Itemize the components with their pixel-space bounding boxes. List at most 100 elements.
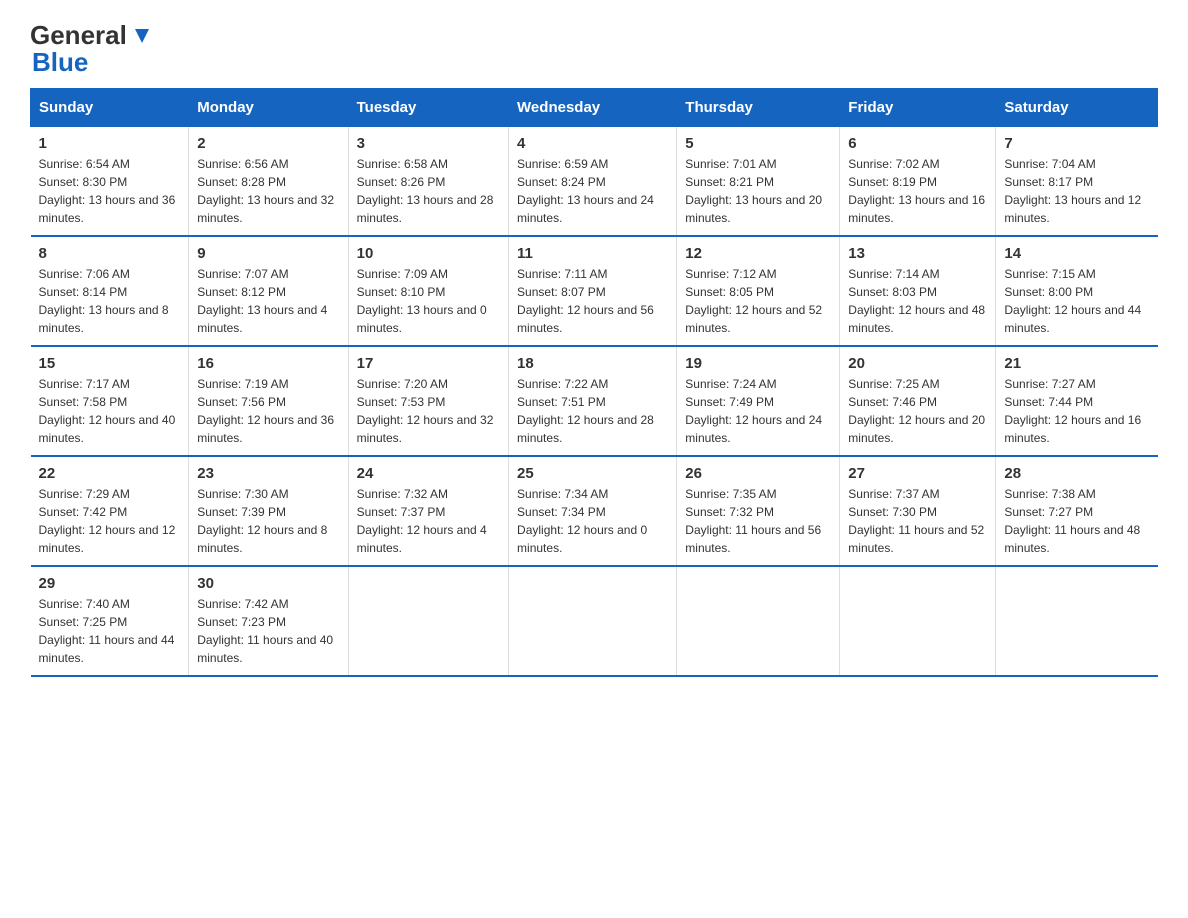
calendar-cell [677,566,840,676]
day-number: 27 [848,465,987,482]
day-number: 25 [517,465,668,482]
day-info: Sunrise: 7:30 AMSunset: 7:39 PMDaylight:… [197,485,339,557]
day-info: Sunrise: 7:29 AMSunset: 7:42 PMDaylight:… [39,485,181,557]
day-info: Sunrise: 7:14 AMSunset: 8:03 PMDaylight:… [848,265,987,337]
day-info: Sunrise: 7:34 AMSunset: 7:34 PMDaylight:… [517,485,668,557]
day-info: Sunrise: 7:11 AMSunset: 8:07 PMDaylight:… [517,265,668,337]
calendar-cell: 14Sunrise: 7:15 AMSunset: 8:00 PMDayligh… [996,236,1158,346]
day-info: Sunrise: 7:22 AMSunset: 7:51 PMDaylight:… [517,375,668,447]
day-number: 3 [357,135,500,152]
calendar-cell: 30Sunrise: 7:42 AMSunset: 7:23 PMDayligh… [189,566,348,676]
day-number: 28 [1004,465,1149,482]
day-info: Sunrise: 7:20 AMSunset: 7:53 PMDaylight:… [357,375,500,447]
day-number: 15 [39,355,181,372]
calendar-cell: 3Sunrise: 6:58 AMSunset: 8:26 PMDaylight… [348,127,508,237]
day-info: Sunrise: 7:02 AMSunset: 8:19 PMDaylight:… [848,155,987,227]
day-info: Sunrise: 7:06 AMSunset: 8:14 PMDaylight:… [39,265,181,337]
day-info: Sunrise: 7:17 AMSunset: 7:58 PMDaylight:… [39,375,181,447]
calendar-cell: 10 Sunrise: 7:09 AMSunset: 8:10 PMDayligh… [348,236,508,346]
day-info: Sunrise: 7:19 AMSunset: 7:56 PMDaylight:… [197,375,339,447]
calendar-cell: 1 Sunrise: 6:54 AMSunset: 8:30 PMDaylight… [31,127,189,237]
day-number: 11 [517,245,668,262]
day-info: Sunrise: 6:54 AMSunset: 8:30 PMDaylight:… [39,155,181,227]
calendar-cell: 5 Sunrise: 7:01 AMSunset: 8:21 PMDaylight… [677,127,840,237]
calendar-cell: 26 Sunrise: 7:35 AMSunset: 7:32 PMDayligh… [677,456,840,566]
day-number: 24 [357,465,500,482]
calendar-cell: 16 Sunrise: 7:19 AMSunset: 7:56 PMDayligh… [189,346,348,456]
day-info: Sunrise: 7:27 AMSunset: 7:44 PMDaylight:… [1004,375,1149,447]
day-info: Sunrise: 7:37 AMSunset: 7:30 PMDaylight:… [848,485,987,557]
day-info: Sunrise: 7:01 AMSunset: 8:21 PMDaylight:… [685,155,831,227]
calendar-week-row: 15 Sunrise: 7:17 AMSunset: 7:58 PMDayligh… [31,346,1158,456]
calendar-week-row: 22 Sunrise: 7:29 AMSunset: 7:42 PMDayligh… [31,456,1158,566]
day-number: 19 [685,355,831,372]
calendar-cell: 17 Sunrise: 7:20 AMSunset: 7:53 PMDayligh… [348,346,508,456]
day-info: Sunrise: 7:12 AMSunset: 8:05 PMDaylight:… [685,265,831,337]
column-header-wednesday: Wednesday [509,89,677,127]
calendar-cell: 11 Sunrise: 7:11 AMSunset: 8:07 PMDayligh… [509,236,677,346]
day-number: 22 [39,465,181,482]
day-number: 16 [197,355,339,372]
day-info: Sunrise: 7:04 AMSunset: 8:17 PMDaylight:… [1004,155,1149,227]
calendar-cell: 8 Sunrise: 7:06 AMSunset: 8:14 PMDaylight… [31,236,189,346]
calendar-cell: 6 Sunrise: 7:02 AMSunset: 8:19 PMDaylight… [840,127,996,237]
calendar-cell: 23 Sunrise: 7:30 AMSunset: 7:39 PMDayligh… [189,456,348,566]
calendar-cell: 19 Sunrise: 7:24 AMSunset: 7:49 PMDayligh… [677,346,840,456]
day-number: 1 [39,135,181,152]
calendar-cell: 15 Sunrise: 7:17 AMSunset: 7:58 PMDayligh… [31,346,189,456]
logo-blue-text: Blue [30,47,88,78]
calendar-cell [348,566,508,676]
day-info: Sunrise: 7:42 AMSunset: 7:23 PMDaylight:… [197,595,339,667]
day-info: Sunrise: 7:40 AMSunset: 7:25 PMDaylight:… [39,595,181,667]
calendar-cell: 28 Sunrise: 7:38 AMSunset: 7:27 PMDayligh… [996,456,1158,566]
day-number: 29 [39,575,181,592]
calendar-cell: 20 Sunrise: 7:25 AMSunset: 7:46 PMDayligh… [840,346,996,456]
calendar-week-row: 29 Sunrise: 7:40 AMSunset: 7:25 PMDayligh… [31,566,1158,676]
calendar-header-row: SundayMondayTuesdayWednesdayThursdayFrid… [31,89,1158,127]
calendar-cell: 18 Sunrise: 7:22 AMSunset: 7:51 PMDayligh… [509,346,677,456]
column-header-sunday: Sunday [31,89,189,127]
logo: General Blue [30,20,153,78]
day-number: 26 [685,465,831,482]
day-number: 23 [197,465,339,482]
day-number: 8 [39,245,181,262]
day-number: 13 [848,245,987,262]
day-info: Sunrise: 7:35 AMSunset: 7:32 PMDaylight:… [685,485,831,557]
day-number: 20 [848,355,987,372]
page-header: General Blue [30,20,1158,78]
column-header-friday: Friday [840,89,996,127]
calendar-cell [996,566,1158,676]
calendar-cell: 2Sunrise: 6:56 AMSunset: 8:28 PMDaylight… [189,127,348,237]
calendar-cell [509,566,677,676]
day-info: Sunrise: 7:24 AMSunset: 7:49 PMDaylight:… [685,375,831,447]
calendar-cell: 22 Sunrise: 7:29 AMSunset: 7:42 PMDayligh… [31,456,189,566]
day-number: 9 [197,245,339,262]
day-number: 5 [685,135,831,152]
day-info: Sunrise: 6:56 AMSunset: 8:28 PMDaylight:… [197,155,339,227]
calendar-cell: 12 Sunrise: 7:12 AMSunset: 8:05 PMDayligh… [677,236,840,346]
calendar-cell: 24 Sunrise: 7:32 AMSunset: 7:37 PMDayligh… [348,456,508,566]
calendar-cell: 9 Sunrise: 7:07 AMSunset: 8:12 PMDaylight… [189,236,348,346]
day-info: Sunrise: 7:38 AMSunset: 7:27 PMDaylight:… [1004,485,1149,557]
day-number: 6 [848,135,987,152]
calendar-cell: 29 Sunrise: 7:40 AMSunset: 7:25 PMDayligh… [31,566,189,676]
calendar-cell: 21 Sunrise: 7:27 AMSunset: 7:44 PMDayligh… [996,346,1158,456]
day-number: 10 [357,245,500,262]
day-number: 12 [685,245,831,262]
day-info: Sunrise: 6:59 AMSunset: 8:24 PMDaylight:… [517,155,668,227]
day-info: Sunrise: 7:15 AMSunset: 8:00 PMDaylight:… [1004,265,1149,337]
day-number: 18 [517,355,668,372]
day-info: Sunrise: 7:07 AMSunset: 8:12 PMDaylight:… [197,265,339,337]
column-header-saturday: Saturday [996,89,1158,127]
column-header-tuesday: Tuesday [348,89,508,127]
day-info: Sunrise: 7:25 AMSunset: 7:46 PMDaylight:… [848,375,987,447]
day-info: Sunrise: 7:09 AMSunset: 8:10 PMDaylight:… [357,265,500,337]
calendar-cell: 27 Sunrise: 7:37 AMSunset: 7:30 PMDayligh… [840,456,996,566]
day-number: 4 [517,135,668,152]
day-number: 7 [1004,135,1149,152]
day-number: 17 [357,355,500,372]
column-header-thursday: Thursday [677,89,840,127]
calendar-table: SundayMondayTuesdayWednesdayThursdayFrid… [30,88,1158,677]
day-number: 21 [1004,355,1149,372]
day-info: Sunrise: 7:32 AMSunset: 7:37 PMDaylight:… [357,485,500,557]
